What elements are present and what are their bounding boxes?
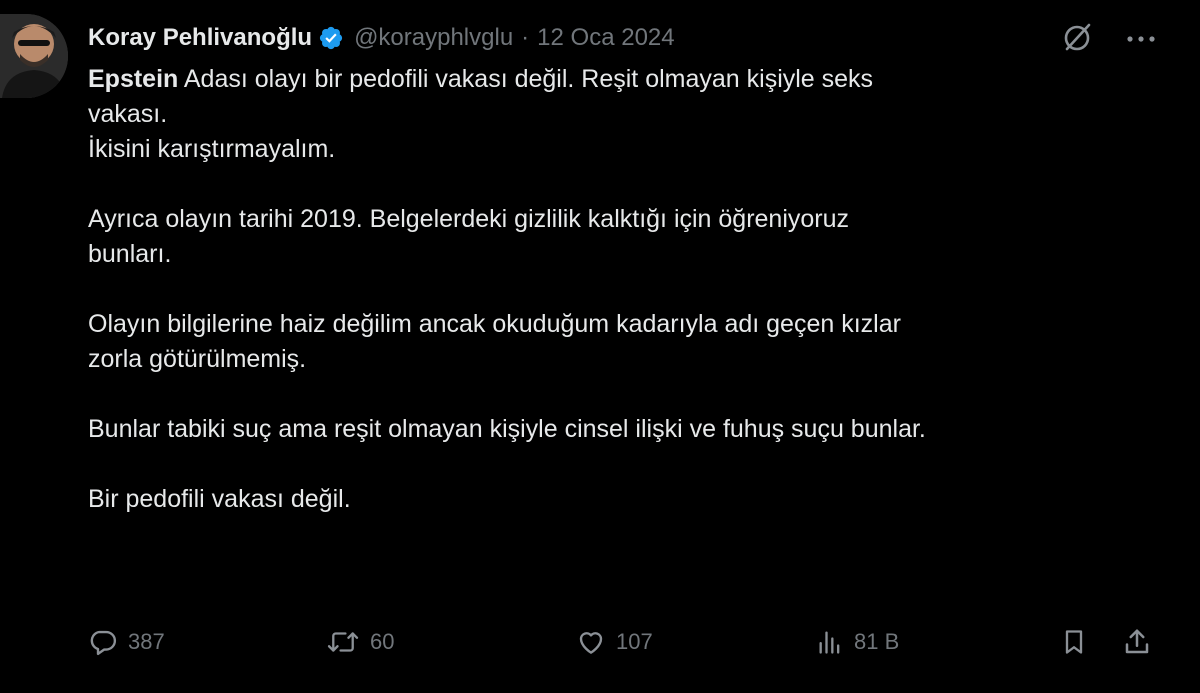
retweet-icon: [326, 627, 360, 657]
retweet-count: 60: [370, 629, 395, 654]
reply-icon: [88, 627, 118, 657]
tweet-line-rest: Adası olayı bir pedofili vakası değil. R…: [178, 65, 874, 93]
tweet-line: Olayın bilgilerine haiz değilim ancak ok…: [88, 310, 901, 338]
views-count: 81 B: [854, 629, 900, 654]
bookmark-icon: [1060, 627, 1088, 657]
author-handle[interactable]: @korayphlvglu: [354, 24, 513, 52]
author-display-name[interactable]: Koray Pehlivanoğlu: [88, 24, 312, 52]
tweet-line: İkisini karıştırmayalım.: [88, 135, 336, 163]
tweet-line: vakası.: [88, 100, 168, 128]
views-button[interactable]: 81 B: [816, 620, 899, 664]
more-icon[interactable]: [1126, 31, 1156, 49]
tweet-line: zorla götürülmemiş.: [88, 345, 307, 373]
tweet-line: Epstein Adası olayı bir pedofili vakası …: [88, 62, 1178, 97]
tweet-line: Bunlar tabiki suç ama reşit olmayan kişi…: [88, 415, 926, 443]
reply-button[interactable]: 387: [88, 620, 165, 664]
retweet-button[interactable]: 60: [326, 620, 394, 664]
tweet-line: bunları.: [88, 240, 172, 268]
tweet-bold-lead: Epstein: [88, 65, 179, 93]
share-button[interactable]: [1122, 620, 1152, 664]
tweet-top-actions: [1060, 20, 1156, 59]
like-icon: [576, 627, 606, 657]
tweet-line: Ayrıca olayın tarihi 2019. Belgelerdeki …: [88, 205, 850, 233]
tweet-text: Epstein Adası olayı bir pedofili vakası …: [88, 62, 1178, 517]
tweet-date[interactable]: 12 Oca 2024: [537, 24, 674, 52]
grok-icon[interactable]: [1060, 20, 1094, 59]
tweet-line: Bir pedofili vakası değil.: [88, 485, 351, 513]
avatar[interactable]: [0, 14, 68, 98]
like-count: 107: [616, 629, 653, 654]
verified-badge-icon: [318, 25, 344, 51]
share-icon: [1122, 627, 1152, 657]
views-icon: [816, 627, 844, 657]
like-button[interactable]: 107: [576, 620, 653, 664]
bookmark-button[interactable]: [1060, 620, 1088, 664]
tweet-actions: 387 60 107 81 B: [88, 620, 1168, 664]
reply-count: 387: [128, 629, 165, 654]
tweet-header: Koray Pehlivanoğlu @korayphlvglu · 12 Oc…: [88, 18, 675, 58]
tweet: Koray Pehlivanoğlu @korayphlvglu · 12 Oc…: [0, 0, 1200, 693]
header-separator: ·: [521, 24, 530, 51]
